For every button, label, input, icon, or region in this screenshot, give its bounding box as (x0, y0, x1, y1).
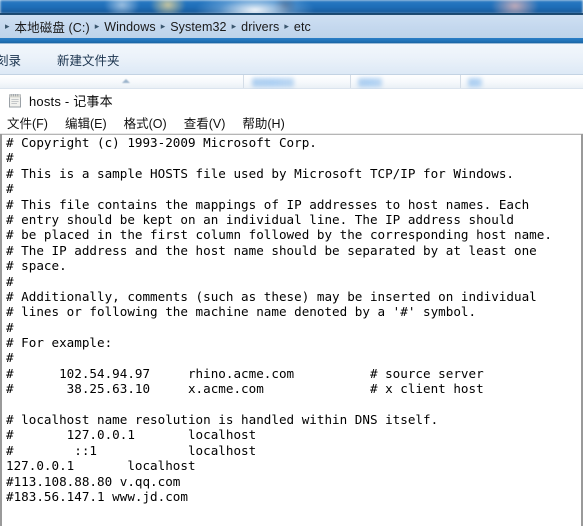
text-line (6, 397, 579, 412)
menu-edit[interactable]: 编辑(E) (65, 113, 116, 132)
text-line: # Additionally, comments (such as these)… (6, 288, 537, 304)
text-line: # localhost name resolution is handled w… (6, 412, 439, 428)
menu-file[interactable]: 文件(F) (7, 113, 57, 132)
text-line: 127.0.0.1 localhost (6, 458, 196, 474)
text-line: # (6, 181, 14, 197)
text-line: # This file contains the mappings of IP … (6, 196, 530, 212)
text-line: # (6, 273, 14, 289)
column-divider[interactable] (460, 75, 461, 88)
notepad-text-area[interactable]: # Copyright (c) 1993-2009 Microsoft Corp… (0, 134, 583, 526)
text-line: # For example: (6, 335, 113, 351)
notepad-menubar: 文件(F) 编辑(E) 格式(O) 查看(V) 帮助(H) (0, 111, 583, 134)
text-line: #113.108.88.80 v.qq.com (6, 473, 181, 489)
text-line: # (6, 319, 14, 335)
breadcrumb-item-local-disk[interactable]: 本地磁盘 (C:) (15, 17, 90, 36)
text-line: # 127.0.0.1 localhost (6, 427, 257, 443)
file-list-column-header[interactable] (0, 74, 583, 89)
menu-view[interactable]: 查看(V) (184, 113, 235, 132)
breadcrumb[interactable]: ▸ 本地磁盘 (C:) ▸ Windows ▸ System32 ▸ drive… (0, 15, 583, 38)
column-divider[interactable] (350, 75, 351, 88)
chevron-right-icon: ▸ (5, 21, 10, 31)
column-divider[interactable] (243, 75, 244, 88)
column-header-label-blurred (252, 78, 294, 87)
chevron-right-icon: ▸ (231, 21, 237, 31)
text-line: # ::1 localhost (6, 442, 257, 458)
window-titlebar-blurred (0, 0, 583, 14)
breadcrumb-item-windows[interactable]: Windows (104, 20, 155, 34)
text-line: # space. (6, 258, 67, 274)
text-line: # entry should be kept on an individual … (6, 211, 514, 227)
breadcrumb-item-drivers[interactable]: drivers (241, 20, 279, 34)
menu-format[interactable]: 格式(O) (124, 113, 176, 132)
text-line: # Copyright (c) 1993-2009 Microsoft Corp… (6, 135, 317, 150)
chevron-right-icon: ▸ (284, 21, 289, 31)
text-line: #183.56.147.1 www.jd.com (6, 488, 188, 504)
text-line: # The IP address and the host name shoul… (6, 242, 537, 258)
chevron-right-icon: ▸ (94, 21, 100, 31)
text-line: # 102.54.94.97 rhino.acme.com # source s… (6, 365, 484, 381)
text-line: # This is a sample HOSTS file used by Mi… (6, 165, 514, 181)
breadcrumb-item-etc[interactable]: etc (294, 20, 311, 34)
text-line: # lines or following the machine name de… (6, 304, 477, 320)
text-line: # (6, 150, 14, 166)
text-line: # (6, 350, 14, 366)
chevron-right-icon: ▸ (160, 21, 166, 31)
notepad-window: hosts - 记事本 文件(F) 编辑(E) 格式(O) 查看(V) 帮助(H… (0, 89, 583, 526)
text-line: # be placed in the first column followed… (6, 227, 552, 243)
burn-button[interactable]: 刻录 (0, 47, 35, 72)
notepad-title: hosts - 记事本 (29, 93, 113, 109)
sort-ascending-arrow-icon (122, 78, 131, 83)
menu-help[interactable]: 帮助(H) (242, 113, 293, 132)
notepad-titlebar[interactable]: hosts - 记事本 (0, 89, 583, 111)
explorer-toolbar: 刻录 新建文件夹 (0, 44, 583, 74)
notepad-document-icon (8, 93, 23, 108)
column-header-label-blurred (358, 78, 382, 87)
screen-root: ▸ 本地磁盘 (C:) ▸ Windows ▸ System32 ▸ drive… (0, 0, 583, 526)
text-line: # 38.25.63.10 x.acme.com # x client host (6, 381, 484, 397)
column-header-label-blurred (468, 78, 482, 87)
breadcrumb-item-system32[interactable]: System32 (170, 20, 226, 34)
hosts-file-content[interactable]: # Copyright (c) 1993-2009 Microsoft Corp… (6, 135, 579, 504)
new-folder-button[interactable]: 新建文件夹 (57, 47, 134, 72)
